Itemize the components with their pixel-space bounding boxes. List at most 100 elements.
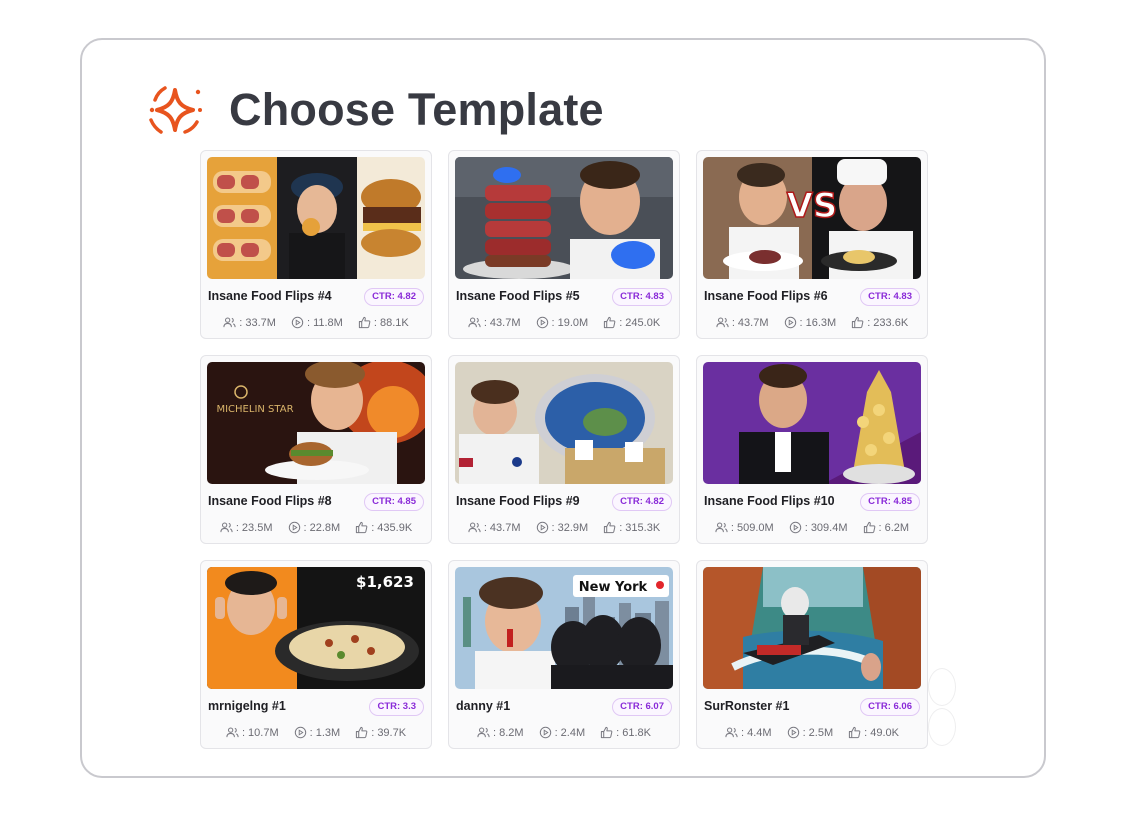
card-title: Insane Food Flips #6 [704, 289, 828, 303]
ctr-badge: CTR: 6.06 [860, 698, 920, 716]
users-icon [725, 727, 738, 738]
views-stat: : 19.0M [536, 316, 588, 329]
ctr-badge: CTR: 4.83 [860, 288, 920, 306]
subscribers-value: : 4.4M [740, 726, 772, 739]
thumbs-up-icon [849, 726, 861, 739]
play-icon [288, 521, 300, 534]
template-card[interactable]: Insane Food Flips #4 CTR: 4.82 : 33.7M :… [200, 150, 432, 339]
thumbnail-price-text: $1,623 [356, 573, 414, 591]
thumbnail-vs-text: VS [787, 186, 838, 226]
views-stat: : 16.3M [784, 316, 837, 329]
subscribers-value: : 33.7M [239, 316, 276, 329]
subscribers-stat: : 43.7M [468, 521, 521, 534]
likes-value: : 315.3K [619, 521, 661, 534]
subscribers-value: : 43.7M [483, 521, 521, 534]
play-icon [536, 316, 548, 329]
views-value: : 2.5M [802, 726, 834, 739]
ctr-badge: CTR: 6.07 [612, 698, 672, 716]
subscribers-stat: : 43.7M [716, 316, 769, 329]
views-stat: : 2.5M [787, 726, 834, 739]
thumbs-up-icon [604, 521, 616, 534]
views-value: : 1.3M [309, 726, 341, 739]
subscribers-stat: : 33.7M [223, 316, 276, 329]
thumbs-up-icon [852, 316, 864, 329]
thumbnail-location-text: New York [579, 580, 648, 595]
subscribers-value: : 43.7M [483, 316, 521, 329]
card-stats: : 43.7M : 32.9M : 315.3K [449, 521, 679, 534]
thumbnail-michelin-text: MICHELIN STAR [216, 404, 293, 415]
subscribers-stat: : 8.2M [477, 726, 524, 739]
sparkle-icon [149, 86, 202, 134]
template-card[interactable]: $1,623 mrnigelng #1 CTR: 3.3 : 10.7M : 1… [200, 560, 432, 749]
likes-value: : 233.6K [867, 316, 909, 329]
card-title: Insane Food Flips #9 [456, 494, 580, 508]
likes-stat: : 233.6K [851, 316, 908, 329]
subscribers-stat: : 509.0M [715, 521, 774, 534]
thumbnail: $1,623 [207, 567, 425, 689]
likes-value: : 61.8K [616, 726, 651, 739]
likes-stat: : 6.2M [863, 521, 910, 534]
subscribers-value: : 43.7M [731, 316, 769, 329]
thumbs-up-icon [358, 316, 371, 329]
likes-stat: : 88.1K [358, 316, 409, 329]
thumbnail: VS [703, 157, 921, 279]
subscribers-stat: : 23.5M [220, 521, 273, 534]
likes-value: : 39.7K [371, 726, 407, 739]
thumbnail [703, 567, 921, 689]
users-icon [716, 317, 729, 328]
likes-value: : 435.9K [371, 521, 413, 534]
likes-stat: : 435.9K [355, 521, 412, 534]
subscribers-stat: : 10.7M [226, 726, 279, 739]
subscribers-value: : 509.0M [730, 521, 774, 534]
likes-stat: : 61.8K [600, 726, 651, 739]
ctr-badge: CTR: 4.85 [860, 493, 920, 511]
play-icon [294, 726, 306, 739]
views-stat: : 2.4M [539, 726, 586, 739]
card-stats: : 33.7M : 11.8M : 88.1K [201, 316, 431, 329]
likes-value: : 49.0K [864, 726, 899, 739]
card-stats: : 4.4M : 2.5M : 49.0K [697, 726, 927, 739]
faded-circle-decoration [928, 668, 956, 706]
card-title: Insane Food Flips #8 [208, 494, 332, 508]
thumbs-up-icon [863, 521, 875, 534]
ctr-badge: CTR: 4.82 [612, 493, 672, 511]
views-stat: : 11.8M [291, 316, 343, 329]
template-card[interactable]: SurRonster #1 CTR: 6.06 : 4.4M : 2.5M : … [696, 560, 928, 749]
template-card[interactable]: MICHELIN STAR Insane Food Flips #8 CTR: … [200, 355, 432, 544]
views-stat: : 1.3M [294, 726, 341, 739]
subscribers-stat: : 43.7M [468, 316, 521, 329]
views-value: : 22.8M [303, 521, 341, 534]
card-title: Insane Food Flips #4 [208, 289, 332, 303]
template-card[interactable]: Insane Food Flips #10 CTR: 4.85 : 509.0M… [696, 355, 928, 544]
thumbs-up-icon [356, 726, 368, 739]
ctr-badge: CTR: 4.82 [364, 288, 424, 306]
header: Choose Template [145, 80, 604, 140]
faded-circle-decoration [928, 708, 956, 746]
template-card[interactable]: VS Insane Food Flips #6 CTR: 4.83 : 43.7… [696, 150, 928, 339]
likes-value: : 6.2M [878, 521, 910, 534]
likes-value: : 245.0K [619, 316, 661, 329]
template-card[interactable]: Insane Food Flips #9 CTR: 4.82 : 43.7M :… [448, 355, 680, 544]
users-icon [223, 317, 236, 328]
subscribers-value: : 23.5M [235, 521, 273, 534]
likes-value: : 88.1K [373, 316, 409, 329]
users-icon [477, 727, 490, 738]
card-title: Insane Food Flips #10 [704, 494, 835, 508]
card-stats: : 43.7M : 19.0M : 245.0K [449, 316, 679, 329]
play-icon [787, 726, 799, 739]
users-icon [220, 522, 233, 533]
thumbnail [455, 157, 673, 279]
thumbnail: MICHELIN STAR [207, 362, 425, 484]
views-value: : 2.4M [554, 726, 586, 739]
template-card[interactable]: New York danny #1 CTR: 6.07 : 8.2M : 2.4… [448, 560, 680, 749]
subscribers-stat: : 4.4M [725, 726, 772, 739]
play-icon [784, 316, 796, 329]
template-card[interactable]: Insane Food Flips #5 CTR: 4.83 : 43.7M :… [448, 150, 680, 339]
likes-stat: : 39.7K [355, 726, 406, 739]
views-value: : 16.3M [799, 316, 837, 329]
card-title: SurRonster #1 [704, 699, 790, 713]
thumbnail [207, 157, 425, 279]
views-value: : 32.9M [551, 521, 589, 534]
card-stats: : 43.7M : 16.3M : 233.6K [697, 316, 927, 329]
subscribers-value: : 8.2M [492, 726, 524, 739]
